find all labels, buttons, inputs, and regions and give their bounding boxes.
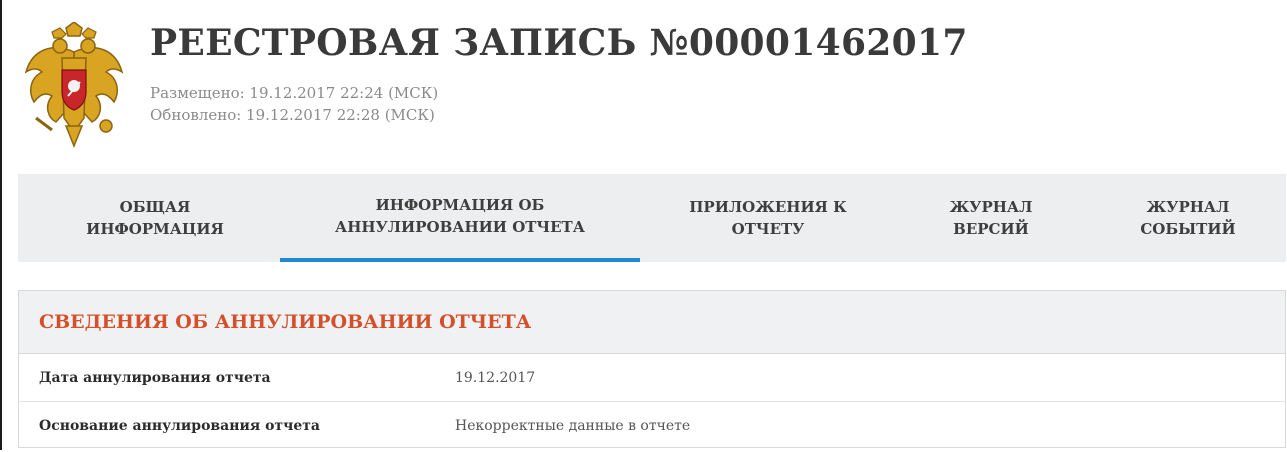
cancellation-details-panel: СВЕДЕНИЯ ОБ АННУЛИРОВАНИИ ОТЧЕТА Дата ан… <box>18 290 1286 448</box>
coat-of-arms-icon <box>24 22 124 149</box>
tab-label-line1: ПРИЛОЖЕНИЯ К <box>689 198 847 216</box>
record-header: РЕЕСТРОВАЯ ЗАПИСЬ №00001462017 Размещено… <box>22 18 1262 158</box>
tab-label-line2: ОТЧЕТУ <box>731 220 805 238</box>
tab-bar: ОБЩАЯ ИНФОРМАЦИЯ ИНФОРМАЦИЯ ОБ АННУЛИРОВАН… <box>18 174 1286 262</box>
tab-version-log[interactable]: ЖУРНАЛ ВЕРСИЙ <box>898 174 1084 262</box>
updated-timestamp: Обновлено: 19.12.2017 22:28 (МСК) <box>150 106 435 124</box>
tab-label-line2: АННУЛИРОВАНИИ ОТЧЕТА <box>335 218 585 236</box>
tab-report-attachments[interactable]: ПРИЛОЖЕНИЯ К ОТЧЕТУ <box>658 174 878 262</box>
table-row: Дата аннулирования отчета 19.12.2017 <box>19 354 1285 402</box>
tab-label-line1: ЖУРНАЛ <box>949 198 1033 216</box>
section-title: СВЕДЕНИЯ ОБ АННУЛИРОВАНИИ ОТЧЕТА <box>19 291 1285 354</box>
row-label: Дата аннулирования отчета <box>39 369 271 386</box>
table-row: Основание аннулирования отчета Некоррект… <box>19 402 1285 449</box>
tab-label-line1: ИНФОРМАЦИЯ ОБ <box>375 196 545 214</box>
row-value: 19.12.2017 <box>455 369 536 386</box>
tab-label-line1: ОБЩАЯ <box>119 198 191 216</box>
page-frame: РЕЕСТРОВАЯ ЗАПИСЬ №00001462017 Размещено… <box>0 0 1286 450</box>
tab-label-line2: ИНФОРМАЦИЯ <box>86 220 224 238</box>
tab-cancellation-info[interactable]: ИНФОРМАЦИЯ ОБ АННУЛИРОВАНИИ ОТЧЕТА <box>280 174 640 262</box>
tab-label-line1: ЖУРНАЛ <box>1146 198 1230 216</box>
tab-label-line2: ВЕРСИЙ <box>953 220 1029 238</box>
page-title: РЕЕСТРОВАЯ ЗАПИСЬ №00001462017 <box>150 22 968 64</box>
tab-general-info[interactable]: ОБЩАЯ ИНФОРМАЦИЯ <box>26 174 284 262</box>
tab-event-log[interactable]: ЖУРНАЛ СОБЫТИЙ <box>1090 174 1286 262</box>
tab-label-line2: СОБЫТИЙ <box>1140 220 1236 238</box>
record-meta: Размещено: 19.12.2017 22:24 (МСК) Обновл… <box>150 82 438 126</box>
row-label: Основание аннулирования отчета <box>39 417 320 434</box>
posted-timestamp: Размещено: 19.12.2017 22:24 (МСК) <box>150 84 439 102</box>
row-value: Некорректные данные в отчете <box>455 417 691 434</box>
